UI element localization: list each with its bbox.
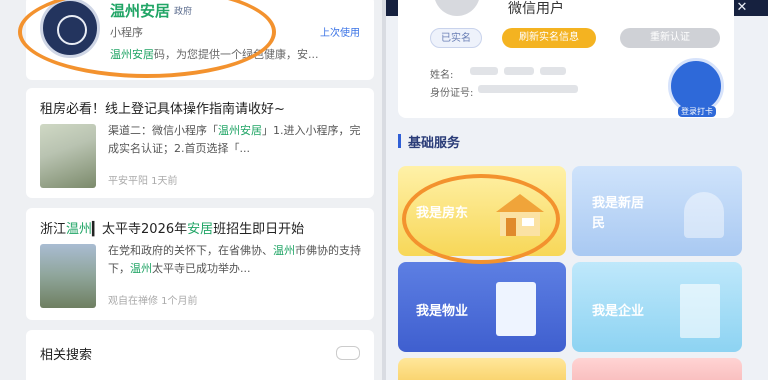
search-results-panel: 温州安居 政府 小程序 上次使用 温州安居码，为您提供一个绿色健康，安... 租… xyxy=(0,0,382,380)
highlight-circle xyxy=(402,174,560,264)
article-result[interactable]: 租房必看！线上登记具体操作指南请收好~ 渠道二：微信小程序「温州安居」1.进入小… xyxy=(26,88,374,198)
tile-label: 我是企业 xyxy=(592,304,645,319)
tile-label: 我是新居民 xyxy=(592,196,645,231)
tile-property[interactable]: 我是物业 xyxy=(398,262,566,352)
avatar[interactable] xyxy=(434,0,480,16)
related-searches: 相关搜索 xyxy=(26,330,374,380)
refresh-identity-button[interactable]: 刷新实名信息 xyxy=(502,28,596,48)
article-thumbnail xyxy=(40,124,96,188)
last-used-label: 上次使用 xyxy=(320,28,360,39)
article-result[interactable]: 浙江温州▎太平寺2026年安居班招生即日开始 在党和政府的关怀下，在省佛协、温州… xyxy=(26,208,374,320)
service-tile[interactable] xyxy=(572,358,742,380)
article-meta: 观自在禅修 1个月前 xyxy=(108,296,198,307)
masked-id xyxy=(478,85,578,93)
article-title: 租房必看！线上登记具体操作指南请收好~ xyxy=(40,102,285,117)
article-snippet: 渠道二：微信小程序「温州安居」1.进入小程序，完成实名认证；2.首页选择「... xyxy=(108,124,361,155)
verified-badge: 已实名 xyxy=(430,28,482,48)
name-label: 姓名: xyxy=(430,70,454,81)
mini-program-home: ✕ 微信用户 已实名 刷新实名信息 重新认证 姓名: 身份证号: 登录打卡 基础… xyxy=(386,0,768,380)
building-icon xyxy=(680,284,720,338)
masked-name xyxy=(470,67,498,75)
masked-name xyxy=(504,67,534,75)
document-icon xyxy=(496,282,536,336)
service-tile[interactable] xyxy=(398,358,566,380)
article-title: 浙江温州▎太平寺2026年安居班招生即日开始 xyxy=(40,222,305,237)
person-icon xyxy=(684,192,724,238)
related-searches-title: 相关搜索 xyxy=(40,348,93,363)
username: 微信用户 xyxy=(508,1,564,17)
article-snippet: 在党和政府的关怀下，在省佛协、温州市佛协的支持下，温州太平寺已成功举办... xyxy=(108,244,361,275)
section-accent-bar xyxy=(398,134,401,148)
user-profile-card: 微信用户 已实名 刷新实名信息 重新认证 姓名: 身份证号: 登录打卡 xyxy=(398,0,734,118)
reauthenticate-button[interactable]: 重新认证 xyxy=(620,28,720,48)
checkin-label: 登录打卡 xyxy=(678,106,716,117)
article-thumbnail xyxy=(40,244,96,308)
id-number-label: 身份证号: xyxy=(430,88,474,99)
tile-label: 我是物业 xyxy=(416,304,469,319)
masked-name xyxy=(540,67,566,75)
close-icon[interactable]: ✕ xyxy=(734,0,750,16)
section-title: 基础服务 xyxy=(408,136,461,151)
tile-new-resident[interactable]: 我是新居民 xyxy=(572,166,742,256)
chat-bubble-icon[interactable] xyxy=(336,346,360,360)
article-meta: 平安平阳 1天前 xyxy=(108,176,178,187)
tile-enterprise[interactable]: 我是企业 xyxy=(572,262,742,352)
